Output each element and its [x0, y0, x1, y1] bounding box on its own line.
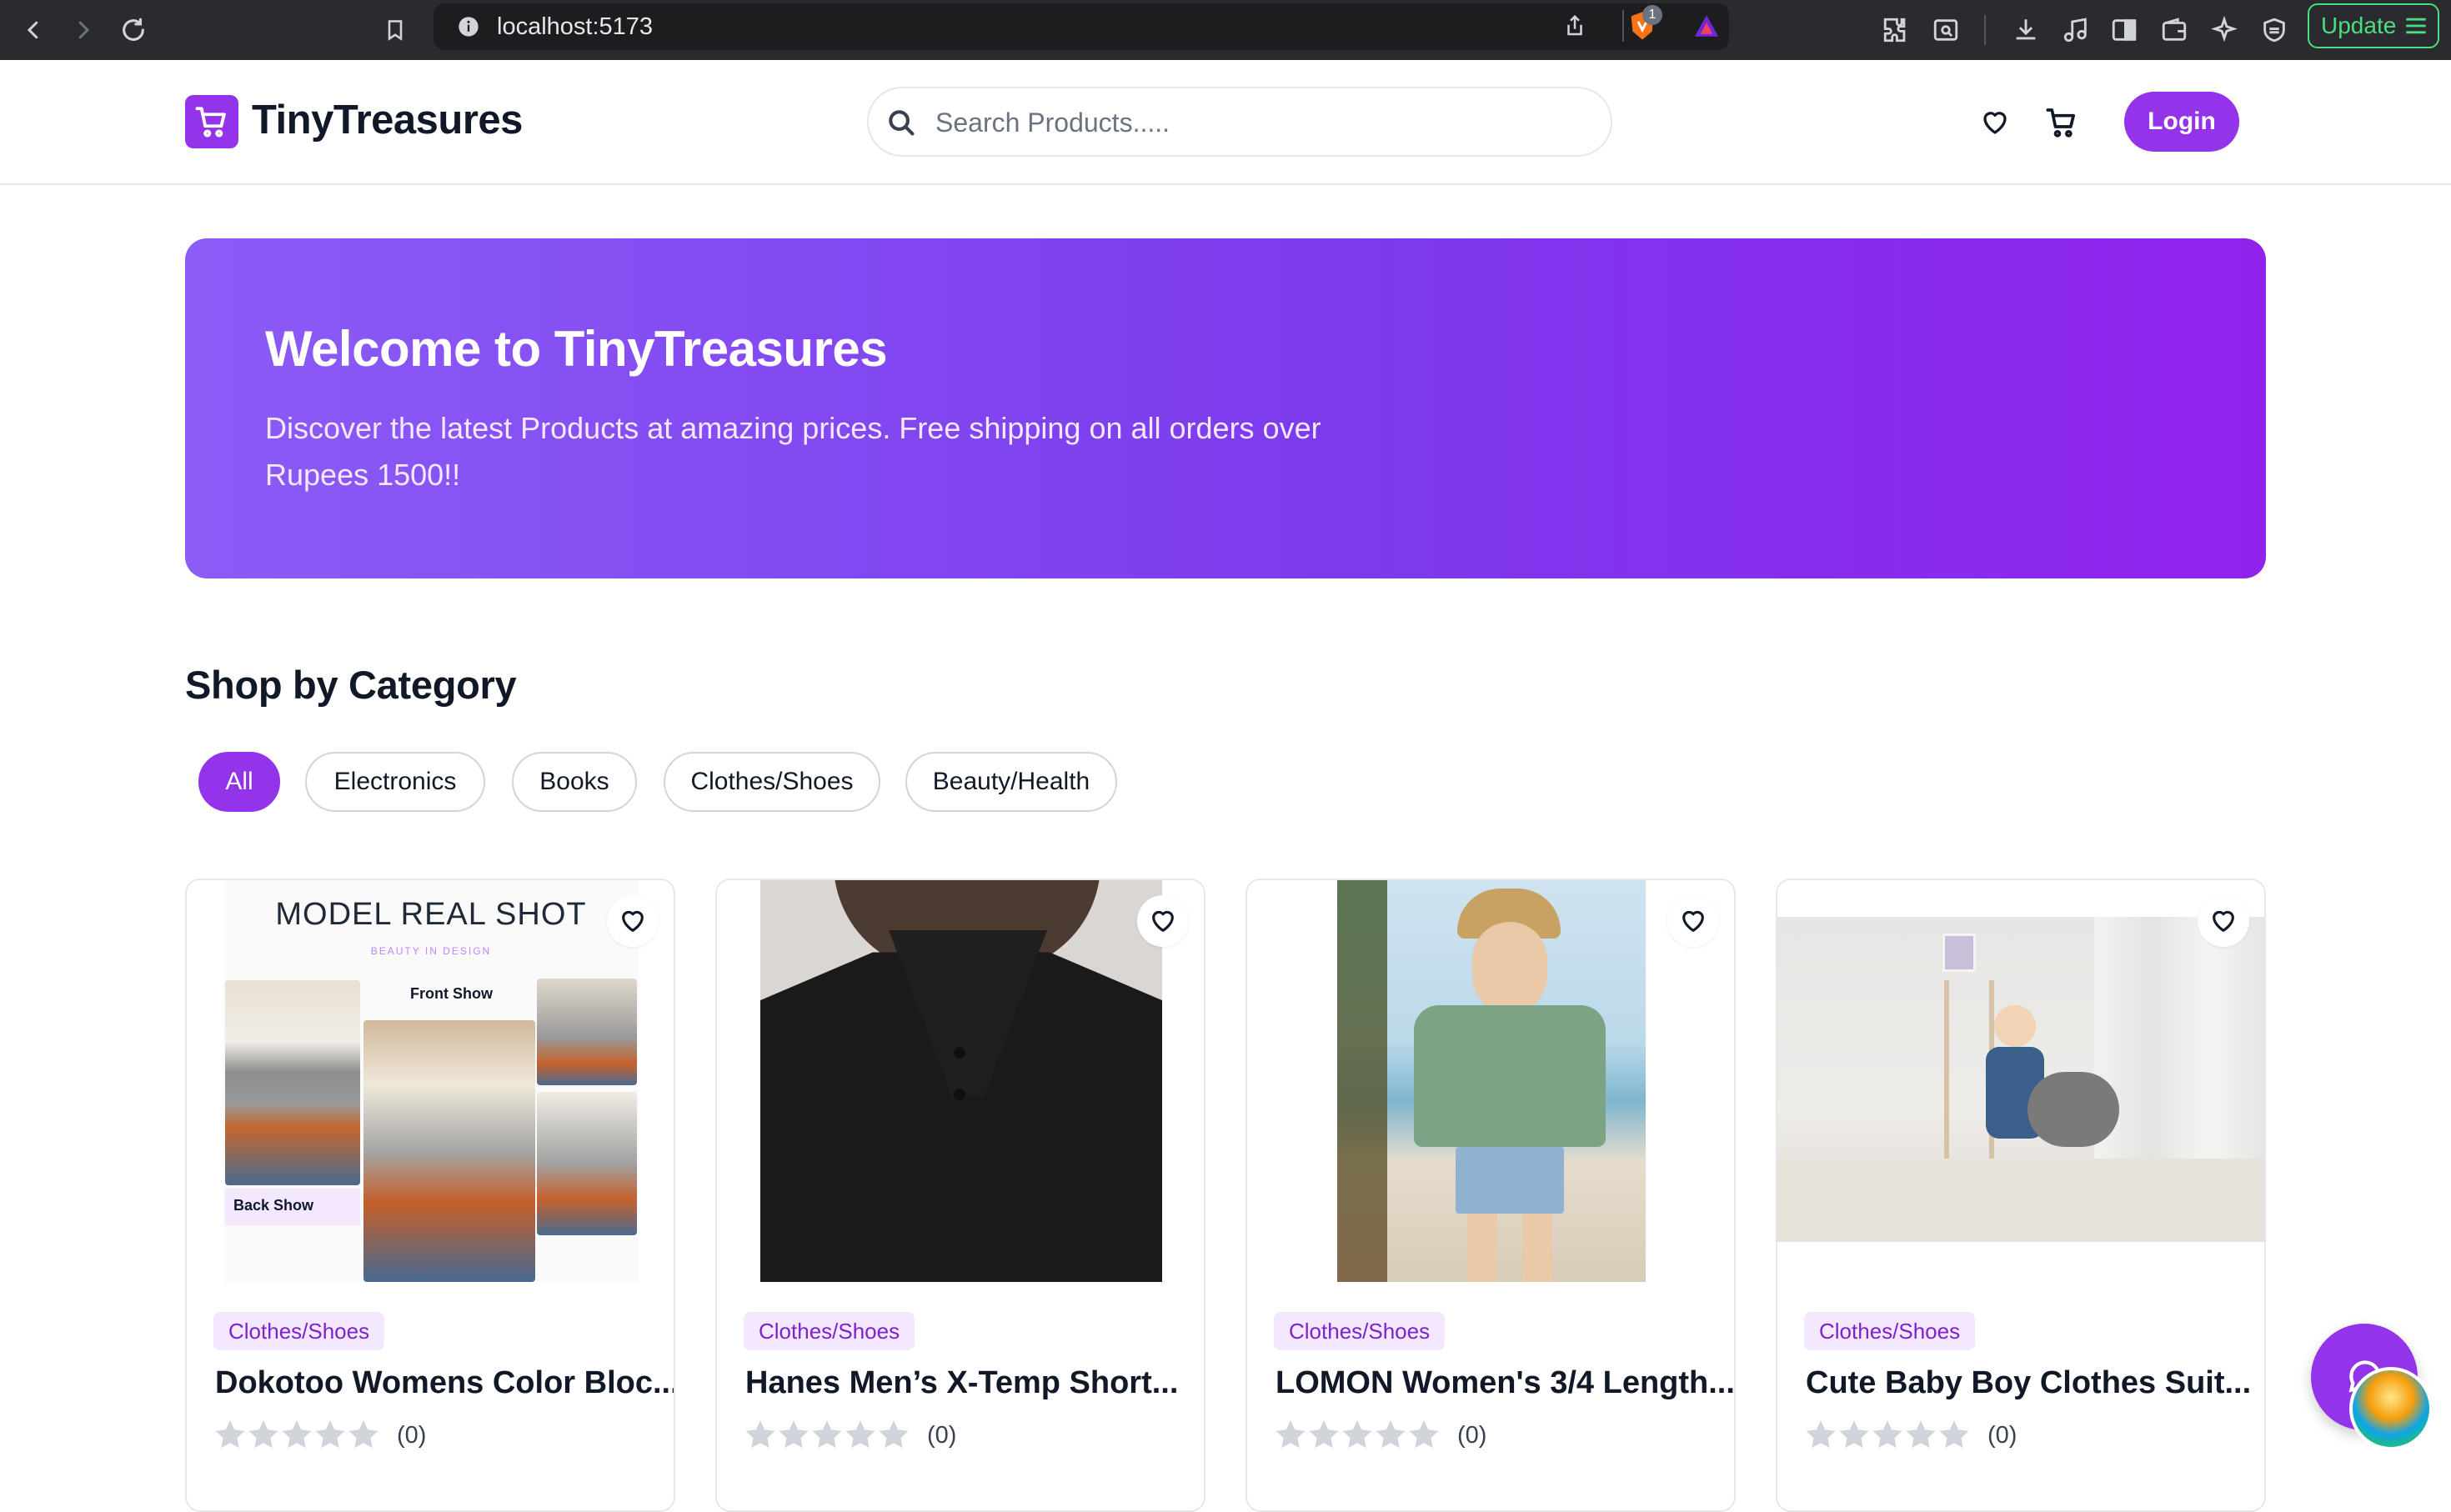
hero-title: Welcome to TinyTreasures	[265, 321, 888, 377]
favorite-heart-icon[interactable]	[2198, 895, 2249, 947]
product-title[interactable]: Dokotoo Womens Color Bloc...	[215, 1365, 674, 1401]
address-bar[interactable]: localhost:5173 1	[434, 3, 1729, 50]
hero-subtitle: Discover the latest Products at amazing …	[265, 411, 1321, 492]
image-back-label: Back Show	[225, 1189, 360, 1225]
rating-count: (0)	[1457, 1421, 1487, 1449]
star-icons	[1806, 1420, 1969, 1449]
product-title[interactable]: Hanes Men’s X-Temp Short...	[745, 1365, 1178, 1401]
rating-stars: (0)	[744, 1419, 956, 1452]
search-input[interactable]	[935, 100, 1586, 145]
product-title[interactable]: LOMON Women's 3/4 Length...	[1276, 1365, 1734, 1401]
brave-rewards-icon[interactable]	[1691, 12, 1722, 44]
star-icons	[745, 1420, 909, 1449]
category-chip-electronics[interactable]: Electronics	[305, 752, 485, 812]
category-chip-all[interactable]: All	[198, 752, 280, 812]
category-badge: Clothes/Shoes	[1274, 1312, 1446, 1350]
update-label: Update	[2321, 13, 2397, 38]
rating-count: (0)	[397, 1421, 427, 1449]
logo-text[interactable]: TinyTreasures	[252, 97, 523, 143]
product-card[interactable]: MODEL REAL SHOT BEAUTY IN DESIGN Back Sh…	[185, 879, 675, 1512]
category-badge: Clothes/Shoes	[1804, 1312, 1976, 1350]
category-chip-books[interactable]: Books	[512, 752, 637, 812]
forward-icon[interactable]	[62, 8, 105, 52]
star-icons	[1276, 1420, 1439, 1449]
product-title[interactable]: Cute Baby Boy Clothes Suit...	[1806, 1365, 2251, 1401]
shield-count-badge: 1	[1642, 5, 1662, 25]
wallet-icon[interactable]	[2153, 8, 2196, 52]
favorite-heart-icon[interactable]	[1137, 895, 1189, 947]
image-sub-text: BEAUTY IN DESIGN	[370, 945, 492, 957]
browser-toolbar: localhost:5173 1 Update	[0, 0, 2451, 60]
vpn-shield-icon[interactable]	[2253, 8, 2296, 52]
image-banner-text: MODEL REAL SHOT	[275, 897, 587, 932]
leo-ai-icon[interactable]	[2203, 8, 2246, 52]
login-button[interactable]: Login	[2124, 92, 2239, 152]
reload-icon[interactable]	[112, 8, 155, 52]
category-badge: Clothes/Shoes	[213, 1312, 385, 1350]
divider	[1984, 15, 1986, 45]
product-card[interactable]: Clothes/Shoes Hanes Men’s X-Temp Short..…	[715, 879, 1205, 1512]
category-heading: Shop by Category	[185, 663, 517, 707]
rating-count: (0)	[927, 1421, 957, 1449]
share-icon[interactable]	[1562, 12, 1587, 44]
product-image[interactable]: MODEL REAL SHOT BEAUTY IN DESIGN Back Sh…	[187, 880, 674, 1287]
product-image[interactable]	[1777, 880, 2264, 1287]
product-card[interactable]: Clothes/Shoes LOMON Women's 3/4 Length..…	[1246, 879, 1736, 1512]
cart-icon[interactable]	[2041, 102, 2083, 143]
category-chip-clothes-shoes[interactable]: Clothes/Shoes	[664, 752, 880, 812]
bookmark-icon[interactable]	[373, 8, 417, 52]
sidebar-icon[interactable]	[2103, 8, 2146, 52]
rating-stars: (0)	[1804, 1419, 2017, 1452]
rating-stars: (0)	[213, 1419, 426, 1452]
rating-stars: (0)	[1274, 1419, 1486, 1452]
menu-icon	[2406, 18, 2426, 34]
wishlist-heart-icon[interactable]	[1974, 102, 2016, 143]
reader-icon[interactable]	[1924, 8, 1967, 52]
product-image[interactable]	[717, 880, 1204, 1287]
search-bar	[867, 87, 1612, 157]
product-card[interactable]: Clothes/Shoes Cute Baby Boy Clothes Suit…	[1776, 879, 2266, 1512]
search-icon	[885, 107, 917, 143]
product-image[interactable]	[1247, 880, 1734, 1287]
back-icon[interactable]	[12, 8, 55, 52]
star-icons	[215, 1420, 378, 1449]
category-chip-beauty-health[interactable]: Beauty/Health	[905, 752, 1117, 812]
hero-banner: Welcome to TinyTreasures Discover the la…	[185, 238, 2266, 578]
favorite-heart-icon[interactable]	[607, 895, 659, 947]
extensions-icon[interactable]	[1874, 8, 1917, 52]
app-header: TinyTreasures Login	[0, 60, 2451, 185]
favorite-heart-icon[interactable]	[1667, 895, 1719, 947]
site-info-icon[interactable]	[457, 15, 480, 43]
category-badge: Clothes/Shoes	[744, 1312, 915, 1350]
update-button[interactable]: Update	[2308, 3, 2439, 48]
download-icon[interactable]	[2004, 8, 2048, 52]
logo-cart-icon[interactable]	[185, 95, 238, 148]
rating-count: (0)	[1987, 1421, 2017, 1449]
divider	[1622, 10, 1624, 42]
music-icon[interactable]	[2054, 8, 2098, 52]
image-front-label: Front Show	[410, 985, 493, 1002]
assistant-avatar[interactable]	[2349, 1367, 2433, 1450]
url-text: localhost:5173	[497, 13, 654, 40]
